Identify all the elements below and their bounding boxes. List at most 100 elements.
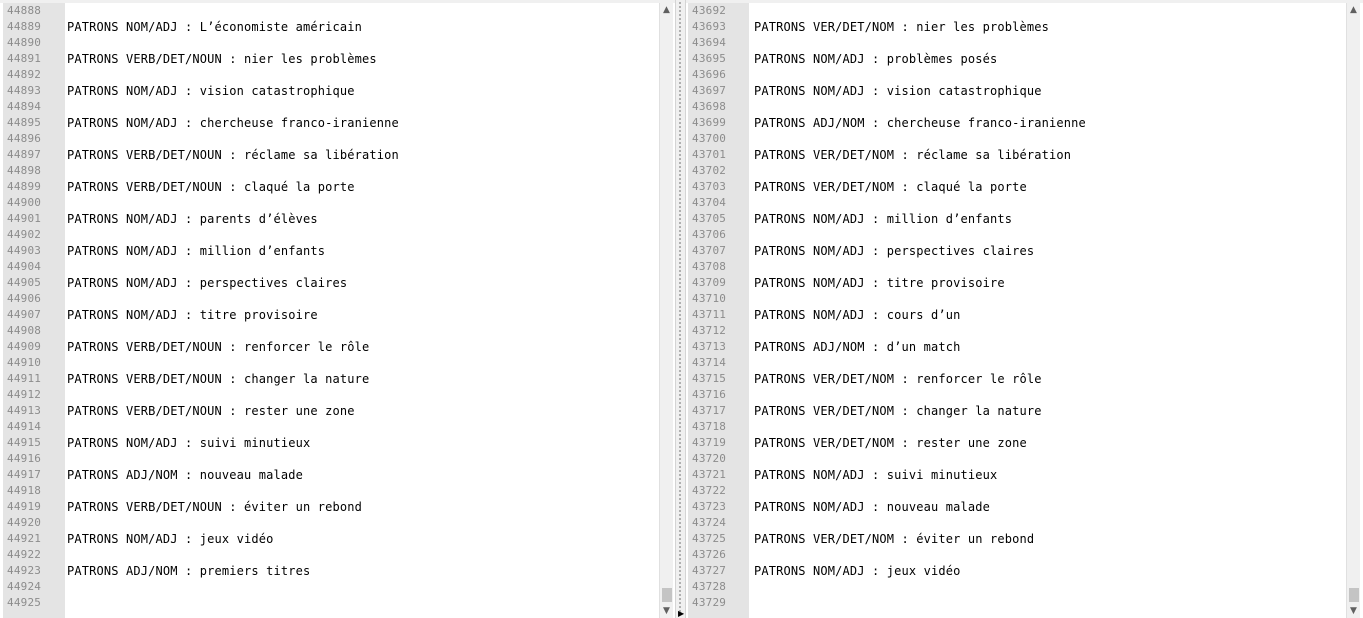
line-text[interactable]: PATRONS NOM/ADJ : suivi minutieux [67, 435, 310, 451]
editor-line[interactable]: 44916 [3, 451, 659, 467]
editor-line[interactable]: 44889 PATRONS NOM/ADJ : L’économiste amér… [3, 19, 659, 35]
editor-line[interactable]: 44894 [3, 99, 659, 115]
line-text[interactable]: PATRONS NOM/ADJ : jeux vidéo [754, 563, 961, 579]
scroll-down-arrow-icon[interactable]: ▼ [660, 604, 673, 618]
left-vertical-scrollbar[interactable]: ▲ ▼ [659, 3, 673, 618]
line-text[interactable]: PATRONS NOM/ADJ : titre provisoire [67, 307, 318, 323]
splitter-arrow-icon[interactable]: ▶ [678, 609, 684, 618]
line-text[interactable]: PATRONS NOM/ADJ : vision catastrophique [754, 83, 1042, 99]
line-text[interactable]: PATRONS NOM/ADJ : perspectives claires [67, 275, 347, 291]
editor-line[interactable]: 44910 [3, 355, 659, 371]
line-text[interactable]: PATRONS NOM/ADJ : vision catastrophique [67, 83, 355, 99]
editor-line[interactable]: 44902 [3, 227, 659, 243]
line-text[interactable]: PATRONS VERB/DET/NOUN : renforcer le rôl… [67, 339, 369, 355]
line-text[interactable]: PATRONS NOM/ADJ : million d’enfants [67, 243, 325, 259]
editor-line[interactable]: 44901 PATRONS NOM/ADJ : parents d’élèves [3, 211, 659, 227]
editor-line[interactable]: 43729 [688, 595, 1346, 611]
line-text[interactable]: PATRONS NOM/ADJ : suivi minutieux [754, 467, 997, 483]
editor-line[interactable]: 43716 [688, 387, 1346, 403]
editor-line[interactable]: 43717 PATRONS VER/DET/NOM : changer la na… [688, 403, 1346, 419]
editor-line[interactable]: 43704 [688, 195, 1346, 211]
editor-line[interactable]: 44895 PATRONS NOM/ADJ : chercheuse franco… [3, 115, 659, 131]
editor-line[interactable]: 44925 [3, 595, 659, 611]
editor-line[interactable]: 44912 [3, 387, 659, 403]
editor-line[interactable]: 43692 [688, 3, 1346, 19]
line-text[interactable]: PATRONS ADJ/NOM : premiers titres [67, 563, 310, 579]
editor-line[interactable]: 44893 PATRONS NOM/ADJ : vision catastroph… [3, 83, 659, 99]
left-editor-pane[interactable]: 44888 44889 PATRONS NOM/ADJ : L’économiste… [3, 3, 673, 618]
editor-line[interactable]: 43726 [688, 547, 1346, 563]
editor-line[interactable]: 43713 PATRONS ADJ/NOM : d’un match [688, 339, 1346, 355]
editor-line[interactable]: 44890 [3, 35, 659, 51]
editor-line[interactable]: 43695 PATRONS NOM/ADJ : problèmes posés [688, 51, 1346, 67]
splitter-grip[interactable] [679, 2, 681, 614]
line-text[interactable]: PATRONS VER/DET/NOM : réclame sa libérat… [754, 147, 1071, 163]
editor-line[interactable]: 44919 PATRONS VERB/DET/NOUN : éviter un r… [3, 499, 659, 515]
editor-line[interactable]: 44906 [3, 291, 659, 307]
editor-line[interactable]: 44923 PATRONS ADJ/NOM : premiers titres [3, 563, 659, 579]
line-text[interactable]: PATRONS VER/DET/NOM : changer la nature [754, 403, 1042, 419]
editor-line[interactable]: 44908 [3, 323, 659, 339]
editor-line[interactable]: 44905 PATRONS NOM/ADJ : perspectives clai… [3, 275, 659, 291]
line-text[interactable]: PATRONS VERB/DET/NOUN : éviter un rebond [67, 499, 362, 515]
line-text[interactable]: PATRONS NOM/ADJ : jeux vidéo [67, 531, 274, 547]
line-text[interactable]: PATRONS NOM/ADJ : cours d’un [754, 307, 961, 323]
editor-line[interactable]: 44909 PATRONS VERB/DET/NOUN : renforcer l… [3, 339, 659, 355]
editor-line[interactable]: 44898 [3, 163, 659, 179]
editor-line[interactable]: 43698 [688, 99, 1346, 115]
editor-line[interactable]: 44914 [3, 419, 659, 435]
editor-line[interactable]: 44922 [3, 547, 659, 563]
editor-line[interactable]: 43709 PATRONS NOM/ADJ : titre provisoire [688, 275, 1346, 291]
editor-line[interactable]: 44917 PATRONS ADJ/NOM : nouveau malade [3, 467, 659, 483]
line-text[interactable]: PATRONS NOM/ADJ : chercheuse franco-iran… [67, 115, 399, 131]
line-text[interactable]: PATRONS VER/DET/NOM : nier les problèmes [754, 19, 1049, 35]
editor-line[interactable]: 43693 PATRONS VER/DET/NOM : nier les prob… [688, 19, 1346, 35]
editor-line[interactable]: 43699 PATRONS ADJ/NOM : chercheuse franco… [688, 115, 1346, 131]
editor-line[interactable]: 44900 [3, 195, 659, 211]
editor-line[interactable]: 44913 PATRONS VERB/DET/NOUN : rester une … [3, 403, 659, 419]
editor-line[interactable]: 43720 [688, 451, 1346, 467]
editor-line[interactable]: 44891 PATRONS VERB/DET/NOUN : nier les pr… [3, 51, 659, 67]
editor-line[interactable]: 44921 PATRONS NOM/ADJ : jeux vidéo [3, 531, 659, 547]
editor-line[interactable]: 43696 [688, 67, 1346, 83]
editor-line[interactable]: 44903 PATRONS NOM/ADJ : million d’enfants [3, 243, 659, 259]
editor-line[interactable]: 43700 [688, 131, 1346, 147]
editor-line[interactable]: 44897 PATRONS VERB/DET/NOUN : réclame sa … [3, 147, 659, 163]
editor-line[interactable]: 43707 PATRONS NOM/ADJ : perspectives clai… [688, 243, 1346, 259]
editor-line[interactable]: 43701 PATRONS VER/DET/NOM : réclame sa li… [688, 147, 1346, 163]
line-text[interactable]: PATRONS ADJ/NOM : d’un match [754, 339, 961, 355]
line-text[interactable]: PATRONS NOM/ADJ : titre provisoire [754, 275, 1005, 291]
editor-line[interactable]: 44892 [3, 67, 659, 83]
right-editor-pane[interactable]: 43692 43693 PATRONS VER/DET/NOM : nier les… [688, 3, 1360, 618]
editor-line[interactable]: 43722 [688, 483, 1346, 499]
line-text[interactable]: PATRONS ADJ/NOM : nouveau malade [67, 467, 303, 483]
editor-line[interactable]: 43721 PATRONS NOM/ADJ : suivi minutieux [688, 467, 1346, 483]
editor-line[interactable]: 44920 [3, 515, 659, 531]
editor-line[interactable]: 43725 PATRONS VER/DET/NOM : éviter un reb… [688, 531, 1346, 547]
editor-line[interactable]: 43728 [688, 579, 1346, 595]
editor-line[interactable]: 44888 [3, 3, 659, 19]
line-text[interactable]: PATRONS NOM/ADJ : nouveau malade [754, 499, 990, 515]
right-text-lines[interactable]: 43692 43693 PATRONS VER/DET/NOM : nier les… [688, 3, 1346, 611]
line-text[interactable]: PATRONS NOM/ADJ : perspectives claires [754, 243, 1034, 259]
line-text[interactable]: PATRONS VER/DET/NOM : éviter un rebond [754, 531, 1034, 547]
line-text[interactable]: PATRONS VERB/DET/NOUN : rester une zone [67, 403, 355, 419]
editor-line[interactable]: 43724 [688, 515, 1346, 531]
editor-line[interactable]: 43718 [688, 419, 1346, 435]
editor-line[interactable]: 43712 [688, 323, 1346, 339]
scrollbar-thumb[interactable] [662, 588, 672, 602]
scroll-down-arrow-icon[interactable]: ▼ [1347, 604, 1360, 618]
editor-line[interactable]: 43719 PATRONS VER/DET/NOM : rester une zo… [688, 435, 1346, 451]
editor-line[interactable]: 43715 PATRONS VER/DET/NOM : renforcer le … [688, 371, 1346, 387]
line-text[interactable]: PATRONS NOM/ADJ : million d’enfants [754, 211, 1012, 227]
line-text[interactable]: PATRONS ADJ/NOM : chercheuse franco-iran… [754, 115, 1086, 131]
scroll-up-arrow-icon[interactable]: ▲ [660, 3, 673, 17]
scroll-up-arrow-icon[interactable]: ▲ [1347, 3, 1360, 17]
editor-line[interactable]: 44915 PATRONS NOM/ADJ : suivi minutieux [3, 435, 659, 451]
editor-line[interactable]: 44904 [3, 259, 659, 275]
editor-line[interactable]: 44907 PATRONS NOM/ADJ : titre provisoire [3, 307, 659, 323]
line-text[interactable]: PATRONS NOM/ADJ : parents d’élèves [67, 211, 318, 227]
line-text[interactable]: PATRONS VER/DET/NOM : renforcer le rôle [754, 371, 1042, 387]
editor-line[interactable]: 44918 [3, 483, 659, 499]
editor-line[interactable]: 43708 [688, 259, 1346, 275]
